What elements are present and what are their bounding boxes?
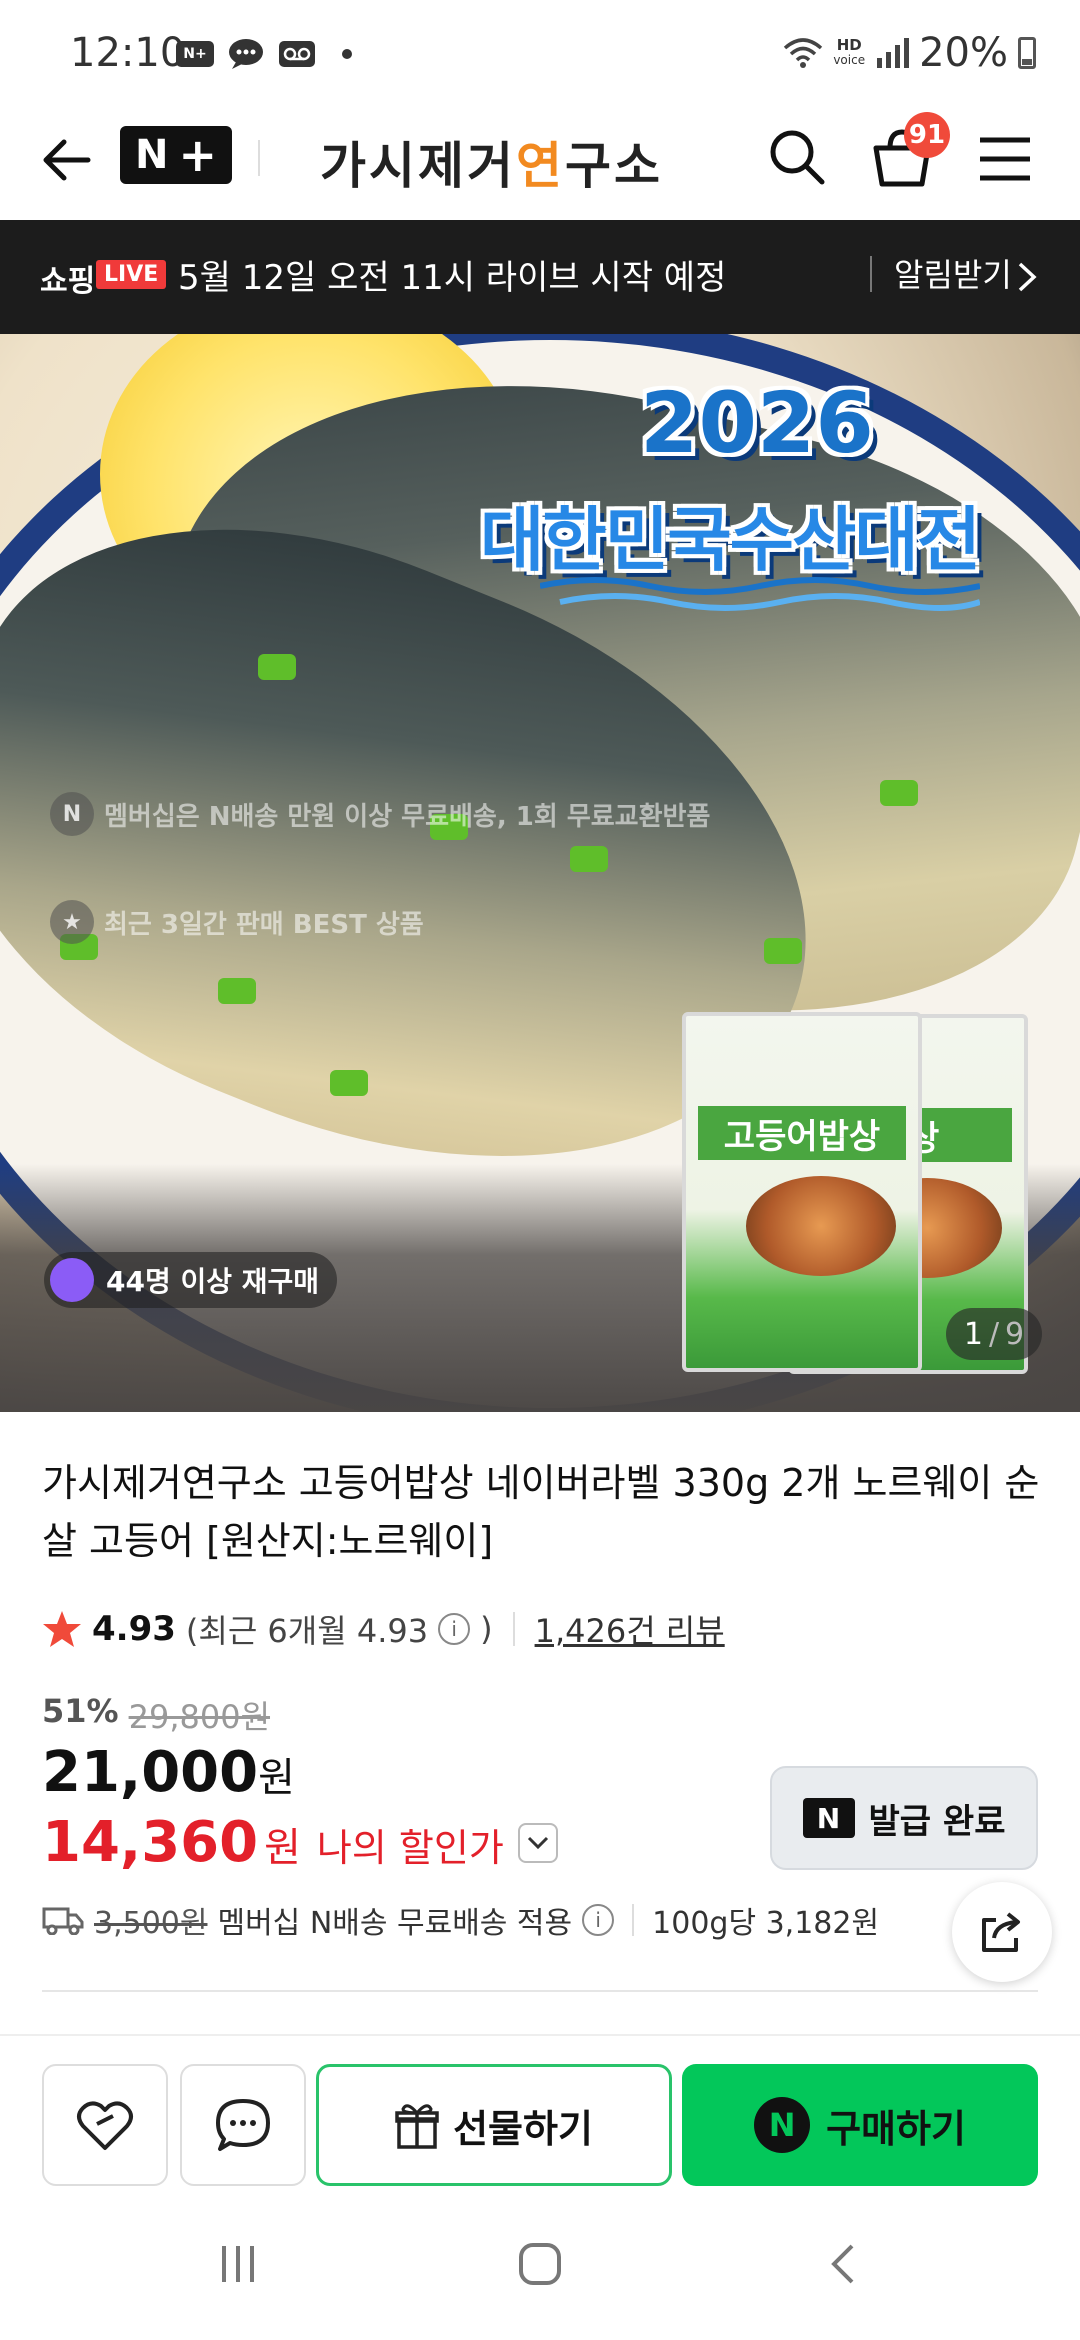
garnish-image (570, 846, 608, 872)
original-price: 29,800원 (128, 1698, 271, 1736)
garnish-image (330, 1070, 368, 1096)
status-left-icons: N+ (176, 38, 352, 70)
coupon-issued-button[interactable]: N 발급 완료 (770, 1766, 1038, 1870)
brand-logo[interactable]: 가시제거연구소 (320, 126, 663, 198)
cart-count-badge: 91 (904, 112, 950, 158)
live-divider (870, 256, 872, 292)
my-discount-price[interactable]: 14,360 원 나의 할인가 (42, 1810, 558, 1875)
header-divider (258, 140, 260, 176)
status-right-icons: HD voice 20% (783, 30, 1036, 76)
gift-button[interactable]: 선물하기 (316, 2064, 672, 2186)
share-button[interactable] (952, 1882, 1052, 1982)
live-tag: LIVE (96, 260, 167, 289)
chevron-right-icon (1018, 262, 1037, 292)
buy-now-button[interactable]: N 구매하기 (682, 2064, 1038, 2186)
rating-recent-close: ) (480, 1610, 493, 1648)
image-counter: 1/9 (946, 1308, 1042, 1360)
shipping-divider (632, 1904, 635, 1936)
membership-shipping-note: N 멤버십은 N배송 만원 이상 무료배송, 1회 무료교환반품 (50, 792, 710, 836)
rating-divider (512, 1612, 515, 1646)
fisheries-festival-logo: 2026 대한민국수산대전 (480, 374, 1040, 611)
rating-row: 4.93 (최근 6개월 4.93 i ) 1,426건 리뷰 (42, 1606, 725, 1652)
chevron-down-icon[interactable] (517, 1822, 558, 1863)
info-icon[interactable]: i (582, 1904, 615, 1936)
n-membership-icon: N (50, 792, 94, 836)
chat-bubble-icon (216, 2099, 270, 2151)
truck-icon (42, 1907, 84, 1935)
repeat-buyers-badge: 44명 이상 재구매 (44, 1252, 338, 1308)
garnish-image (764, 938, 802, 964)
signal-icon (877, 38, 910, 68)
product-title: 가시제거연구소 고등어밥상 네이버라벨 330g 2개 노르웨이 순살 고등어 … (42, 1461, 1040, 1563)
nplus-notification-icon: N+ (176, 41, 214, 67)
purchase-action-bar: 선물하기 N 구매하기 (0, 2034, 1080, 2190)
voicemail-icon (279, 41, 315, 67)
back-arrow-icon[interactable] (36, 130, 96, 190)
section-divider (42, 1990, 1038, 1992)
shipping-fee-strike: 3,500원 (94, 1906, 208, 1941)
menu-icon[interactable] (976, 134, 1034, 184)
wifi-icon (784, 38, 823, 68)
waves-icon (540, 577, 980, 611)
garnish-image (218, 978, 256, 1004)
shopping-label: 쇼핑 (40, 264, 96, 299)
battery-percent: 20% (919, 30, 1008, 76)
garnish-image (258, 654, 296, 680)
wishlist-button[interactable] (42, 2064, 168, 2186)
live-schedule-text: 5월 12일 오전 11시 라이브 시작 예정 (178, 258, 727, 298)
discount-percent: 51% (42, 1692, 119, 1730)
gift-icon (395, 2104, 439, 2149)
shipping-free-text: 멤버십 N배송 무료배송 적용 (217, 1906, 573, 1941)
status-time: 12:10 (70, 30, 186, 76)
recent-apps-icon[interactable] (216, 2242, 260, 2286)
discount-row: 51% 29,800원 (42, 1692, 270, 1738)
shopping-bag-icon (50, 1258, 94, 1302)
naver-pay-n-icon: N (754, 2097, 811, 2153)
shipping-row: 3,500원 멤버십 N배송 무료배송 적용 i 100g당 3,182원 (42, 1898, 879, 1942)
best-seller-note: ★ 최근 3일간 판매 BEST 상품 (50, 900, 424, 944)
nplus-store-logo[interactable]: N + (120, 126, 232, 184)
garnish-image (880, 780, 918, 806)
trophy-icon: ★ (50, 900, 94, 944)
home-icon[interactable] (518, 2242, 562, 2286)
talk-talk-button[interactable] (180, 2064, 306, 2186)
naver-n-icon: N (802, 1798, 855, 1838)
shopping-live-banner[interactable]: 쇼핑 LIVE 5월 12일 오전 11시 라이브 시작 예정 알림받기 (0, 220, 1080, 334)
battery-icon (1018, 37, 1036, 69)
rating-recent: (최근 6개월 4.93 (185, 1612, 429, 1650)
product-image-carousel[interactable]: 2026 대한민국수산대전 N 멤버십은 N배송 만원 이상 무료배송, 1회 … (0, 334, 1080, 1412)
star-icon (43, 1611, 81, 1647)
hd-voice-icon: HD voice (833, 36, 866, 68)
heart-icon (77, 2101, 133, 2150)
app-header: N + 가시제거연구소 91 (0, 112, 1080, 220)
my-price-label: 나의 할인가 (316, 1826, 504, 1870)
message-notification-icon (229, 39, 263, 69)
status-bar: 12:10 N+ HD voice 20% (0, 0, 1080, 112)
rating-score: 4.93 (92, 1609, 176, 1649)
system-navigation-bar (0, 2190, 1080, 2340)
reviews-link[interactable]: 1,426건 리뷰 (535, 1606, 725, 1652)
unit-price: 100g당 3,182원 (652, 1906, 880, 1941)
product-package-image: 고등어밥상 (682, 1012, 922, 1372)
info-icon[interactable]: i (438, 1613, 471, 1645)
search-icon[interactable] (766, 126, 828, 188)
share-icon (982, 1912, 1020, 1952)
system-back-icon[interactable] (828, 2242, 858, 2286)
notify-me-link[interactable]: 알림받기 (894, 250, 1012, 296)
sale-price: 21,000원 (42, 1740, 295, 1805)
status-dot-icon (342, 49, 352, 59)
